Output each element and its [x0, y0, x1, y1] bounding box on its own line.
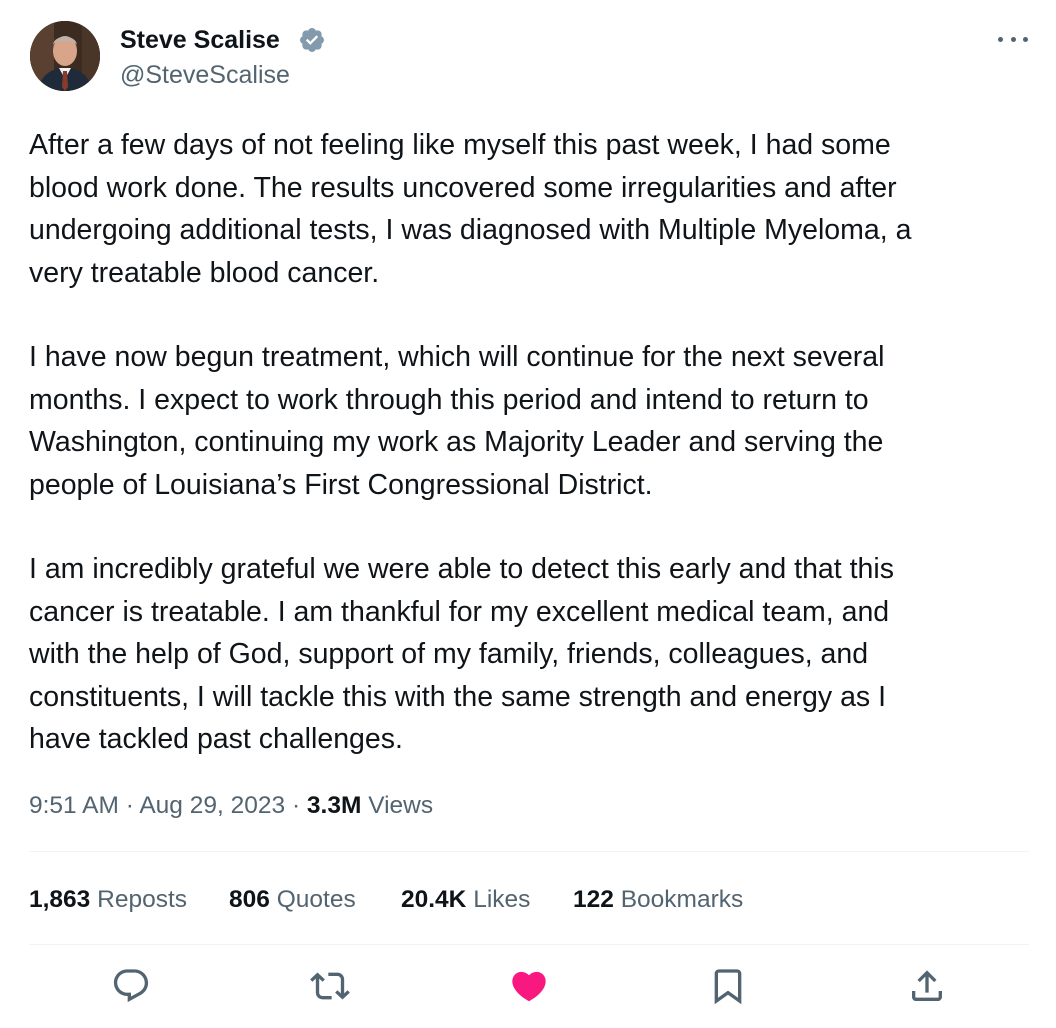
views-label: Views: [368, 792, 434, 819]
bookmarks-count: 122: [573, 886, 614, 913]
separator: ·: [291, 792, 301, 819]
like-button[interactable]: [509, 966, 549, 1006]
heart-icon: [512, 971, 546, 1002]
reposts-stat[interactable]: 1,863 Reposts: [29, 884, 187, 916]
tweet-text: After a few days of not feeling like mys…: [29, 124, 1029, 761]
bookmark-button[interactable]: [708, 966, 748, 1006]
tweet-meta: 9:51 AM · Aug 29, 2023 · 3.3M Views: [29, 790, 433, 822]
repost-icon: [310, 972, 350, 1000]
reply-icon: [113, 969, 149, 1003]
tweet-card: Steve Scalise @SteveScalise After a few …: [0, 0, 1056, 1028]
quotes-label: Quotes: [276, 886, 356, 913]
user-handle[interactable]: @SteveScalise: [120, 60, 290, 90]
views-count: 3.3M: [306, 792, 362, 819]
bookmarks-stat[interactable]: 122 Bookmarks: [573, 884, 743, 916]
tweet-paragraph: I am incredibly grateful we were able to…: [29, 553, 894, 755]
tweet-date[interactable]: Aug 29, 2023: [139, 792, 285, 819]
quotes-stat[interactable]: 806 Quotes: [229, 884, 356, 916]
tweet-time[interactable]: 9:51 AM: [29, 792, 119, 819]
divider: [29, 944, 1029, 945]
share-icon: [912, 970, 942, 1001]
separator: ·: [125, 792, 134, 819]
dot: [998, 36, 1003, 42]
repost-button[interactable]: [310, 966, 350, 1006]
likes-count: 20.4K: [401, 886, 467, 913]
share-button[interactable]: [907, 966, 947, 1006]
more-dots-icon[interactable]: [998, 26, 1028, 52]
display-name[interactable]: Steve Scalise: [120, 25, 280, 55]
reply-button[interactable]: [111, 966, 151, 1006]
reposts-count: 1,863: [29, 886, 91, 913]
reposts-label: Reposts: [97, 886, 188, 913]
tweet-paragraph: I have now begun treatment, which will c…: [29, 341, 885, 501]
quotes-count: 806: [229, 886, 270, 913]
avatar[interactable]: [30, 21, 100, 91]
divider: [29, 851, 1029, 852]
likes-label: Likes: [473, 886, 531, 913]
likes-stat[interactable]: 20.4K Likes: [401, 884, 530, 916]
bookmarks-label: Bookmarks: [620, 886, 744, 913]
bookmark-icon: [714, 969, 742, 1005]
tweet-paragraph: After a few days of not feeling like mys…: [29, 129, 912, 289]
dot: [1010, 36, 1016, 42]
dot: [1023, 36, 1028, 42]
verified-badge-icon: [300, 28, 324, 52]
